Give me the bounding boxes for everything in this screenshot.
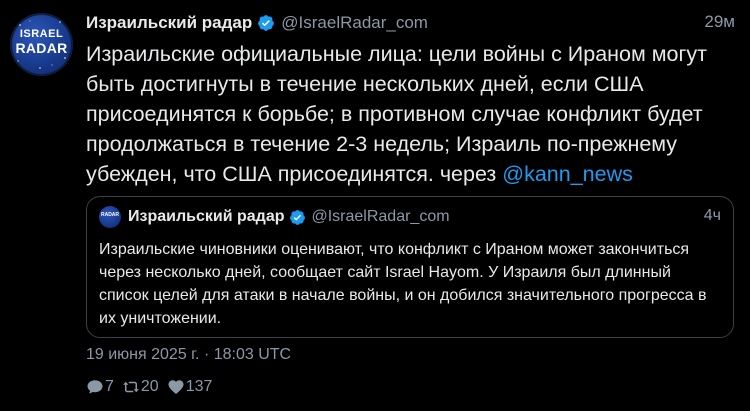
retweet-count: 20 — [140, 378, 159, 395]
tweet-date[interactable]: 19 июня 2025 г. · 18:03 UTC — [86, 346, 291, 364]
quoted-author-name: Израильский радар — [128, 208, 285, 225]
like-count: 137 — [185, 378, 213, 395]
reply-button[interactable]: 7 — [86, 378, 114, 396]
tweet-actions: 7 20 137 — [86, 377, 220, 397]
author-name[interactable]: Израильский радар — [86, 13, 252, 33]
verified-badge-icon — [290, 209, 306, 225]
tweet-text: Израильские официальные лица: цели войны… — [86, 39, 736, 189]
mention-link[interactable]: @kann_news — [502, 162, 633, 186]
like-button[interactable]: 137 — [167, 378, 213, 396]
quoted-tweet[interactable]: RADAR Израильский радар @IsraelRadar_com… — [86, 196, 734, 338]
tweet-header: Израильский радар @IsraelRadar_com — [86, 12, 428, 34]
quoted-author-handle: @IsraelRadar_com — [311, 208, 450, 225]
tweet-time[interactable]: 29м — [704, 12, 735, 32]
quoted-tweet-text: Израильские чиновники оценивают, что кон… — [99, 241, 707, 327]
quoted-author-avatar: RADAR — [99, 206, 121, 228]
quoted-tweet-time: 4ч — [703, 207, 721, 224]
heart-icon — [168, 380, 184, 395]
verified-badge-icon — [258, 15, 275, 31]
retweet-button[interactable]: 20 — [122, 378, 159, 396]
quoted-avatar-text: RADAR — [100, 212, 120, 218]
retweet-arrows-icon — [123, 381, 139, 393]
speech-bubble-icon — [87, 380, 103, 394]
author-avatar[interactable]: ISRAEL RADAR — [10, 13, 73, 76]
author-handle[interactable]: @IsraelRadar_com — [281, 13, 428, 33]
tweet[interactable]: ISRAEL RADAR Израильский радар @IsraelRa… — [0, 0, 750, 411]
reply-count: 7 — [105, 378, 114, 395]
avatar-line1: ISRAEL — [19, 28, 64, 40]
avatar-line2: RADAR — [15, 40, 68, 56]
quoted-tweet-header: Израильский радар @IsraelRadar_com — [128, 206, 450, 228]
